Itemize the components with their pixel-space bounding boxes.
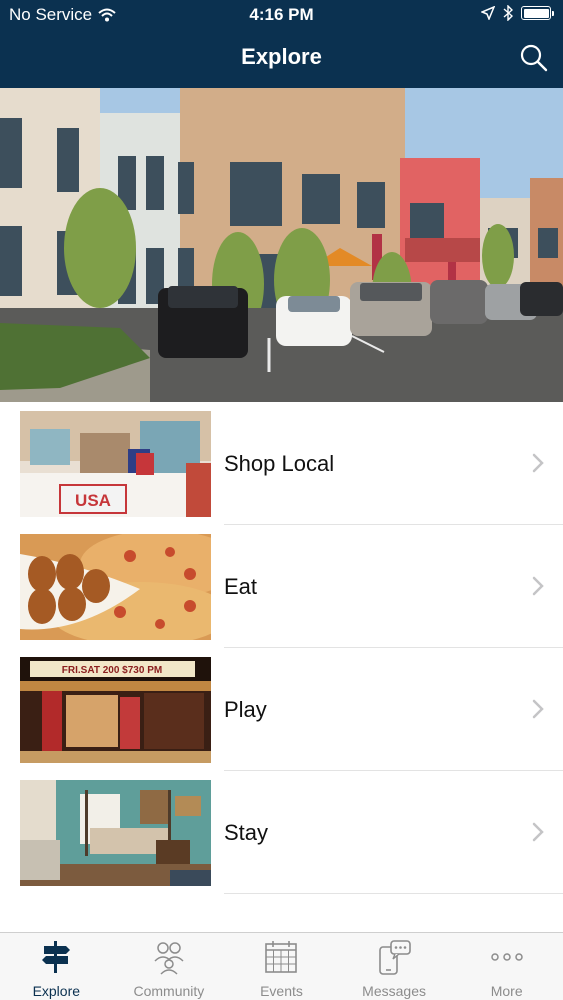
search-icon[interactable] bbox=[519, 43, 549, 73]
messages-icon bbox=[379, 940, 411, 975]
tab-messages[interactable]: Messages bbox=[338, 933, 451, 1000]
tab-more[interactable]: More bbox=[450, 933, 563, 1000]
status-bar: No Service 4:16 PM bbox=[0, 0, 563, 30]
tab-label: Events bbox=[260, 983, 303, 999]
tab-explore[interactable]: Explore bbox=[0, 933, 113, 1000]
stay-thumbnail bbox=[20, 780, 211, 886]
list-item-stay[interactable]: Stay bbox=[0, 771, 563, 894]
chevron-right-icon bbox=[532, 453, 544, 473]
status-right bbox=[481, 5, 554, 21]
list-item-label: Eat bbox=[224, 573, 258, 599]
list-item-shop-local[interactable]: USA Shop Local bbox=[0, 402, 563, 525]
tab-label: Messages bbox=[362, 983, 426, 999]
tab-events[interactable]: Events bbox=[225, 933, 338, 1000]
chevron-right-icon bbox=[532, 822, 544, 842]
list-item-label: Play bbox=[224, 696, 267, 722]
status-time: 4:16 PM bbox=[249, 5, 314, 24]
category-list: USA Shop Local Eat FRI.SAT 200 $730 PM P… bbox=[0, 402, 563, 894]
bluetooth-icon bbox=[503, 5, 513, 21]
more-dots-icon bbox=[490, 953, 523, 961]
tab-bar: Explore Community Events Messages More bbox=[0, 932, 563, 1000]
shop-local-thumbnail: USA bbox=[20, 411, 211, 517]
row-divider bbox=[224, 893, 563, 894]
chevron-right-icon bbox=[532, 699, 544, 719]
tab-label: Community bbox=[133, 983, 205, 999]
tab-label: Explore bbox=[32, 983, 81, 999]
people-icon bbox=[154, 942, 184, 975]
hero-image bbox=[0, 88, 563, 402]
page-title: Explore bbox=[241, 44, 322, 69]
list-item-label: Shop Local bbox=[224, 450, 335, 476]
tab-label: More bbox=[490, 983, 523, 999]
signpost-icon bbox=[42, 941, 71, 973]
eat-thumbnail bbox=[20, 534, 211, 640]
list-item-play[interactable]: FRI.SAT 200 $730 PM Play bbox=[0, 648, 563, 771]
calendar-icon bbox=[265, 941, 298, 973]
play-thumbnail: FRI.SAT 200 $730 PM bbox=[20, 657, 211, 763]
list-item-label: Stay bbox=[224, 819, 269, 845]
marquee-text: FRI.SAT 200 $730 PM bbox=[62, 665, 162, 676]
chevron-right-icon bbox=[532, 576, 544, 596]
list-item-eat[interactable]: Eat bbox=[0, 525, 563, 648]
tab-community[interactable]: Community bbox=[113, 933, 226, 1000]
app-header: No Service 4:16 PM Explore bbox=[0, 0, 563, 88]
battery-icon bbox=[521, 6, 554, 20]
location-icon bbox=[481, 6, 495, 20]
usa-sign-text: USA bbox=[75, 491, 111, 510]
